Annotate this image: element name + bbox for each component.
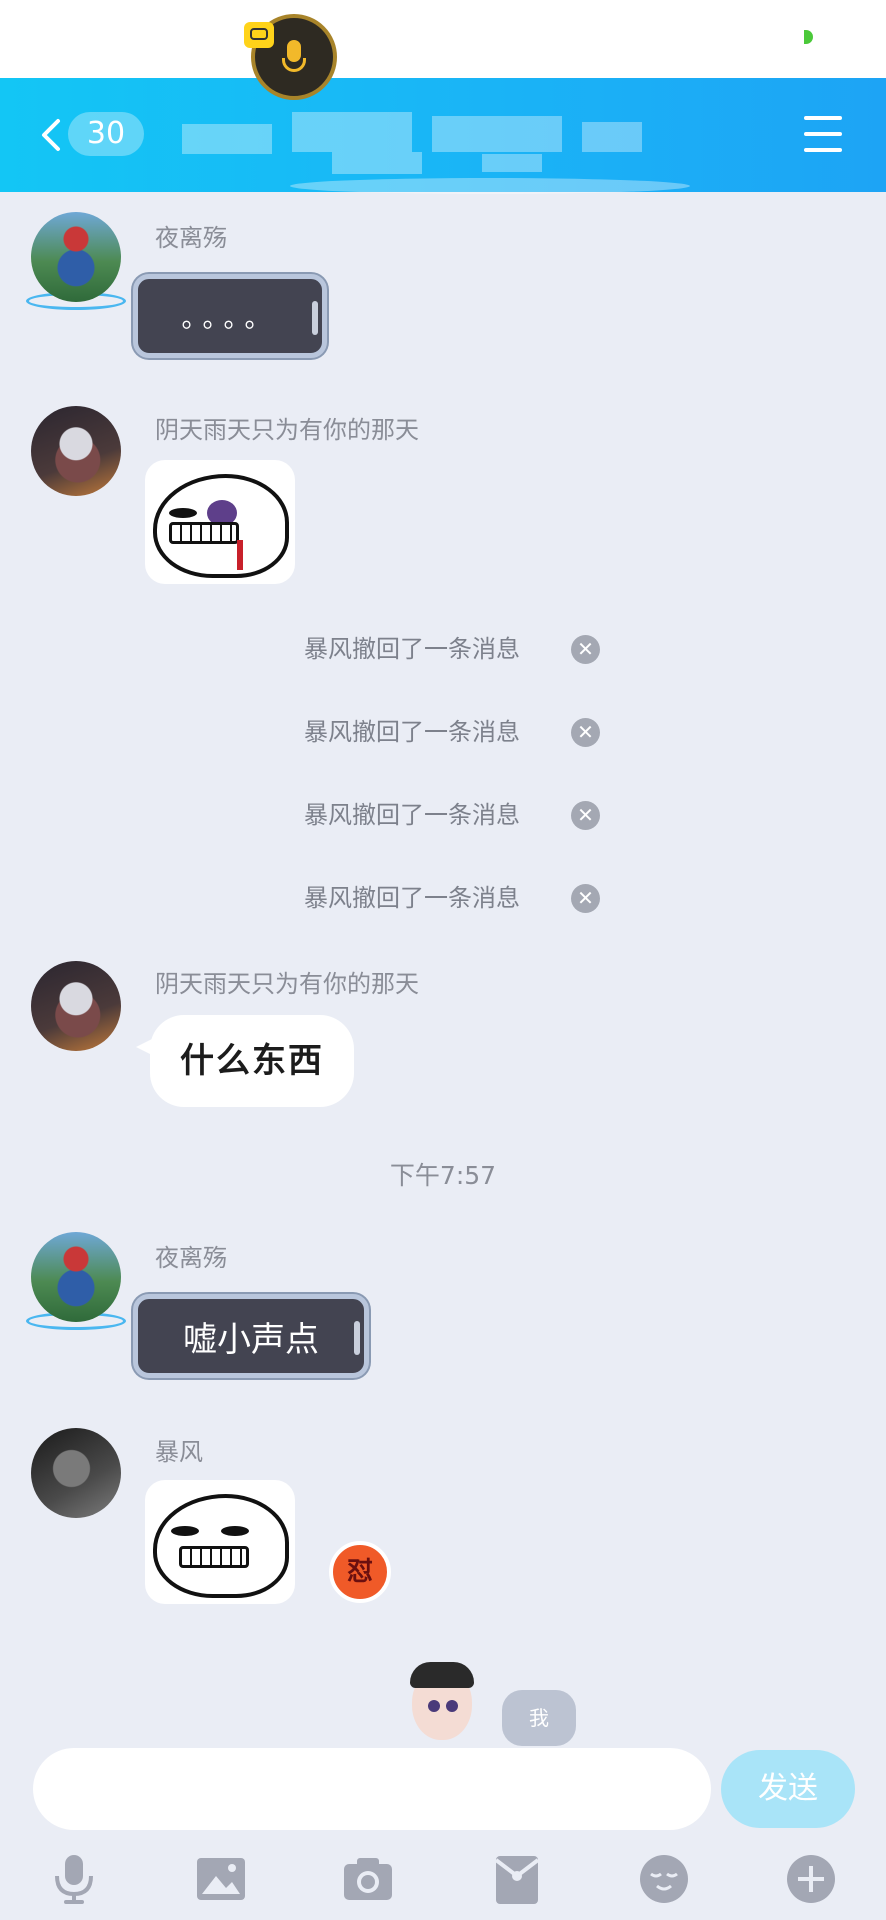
recall-text: 暴风撤回了一条消息: [304, 718, 520, 746]
avatar[interactable]: [31, 406, 121, 496]
header-decoration: [290, 178, 690, 194]
mascot-hair: [410, 1662, 474, 1688]
avatar[interactable]: [31, 1428, 121, 1518]
recall-text: 暴风撤回了一条消息: [304, 801, 520, 829]
sender-name: 阴天雨天只为有你的那天: [155, 970, 419, 998]
recall-text: 暴风撤回了一条消息: [304, 635, 520, 663]
status-bar: [0, 0, 886, 78]
close-icon[interactable]: ✕: [571, 718, 600, 747]
time-separator: 下午7:57: [389, 1161, 497, 1190]
mascot-eye: [428, 1700, 440, 1712]
recall-notice: 暴风撤回了一条消息 ✕: [0, 712, 886, 752]
message-bubble[interactable]: 什么东西: [136, 1015, 354, 1107]
input-toolbar: [0, 1846, 886, 1920]
sticker-eye: [171, 1526, 199, 1536]
sticker-mouth: [179, 1546, 249, 1568]
microphone-icon[interactable]: [47, 1852, 101, 1906]
microphone-stand-icon: [282, 58, 306, 72]
sticker-eye: [169, 508, 197, 518]
game-controller-icon[interactable]: [244, 22, 274, 48]
emoji-icon[interactable]: [637, 1852, 691, 1906]
sticker-blood: [237, 540, 243, 570]
plus-icon[interactable]: [784, 1852, 838, 1906]
close-icon[interactable]: ✕: [571, 801, 600, 830]
close-icon[interactable]: ✕: [571, 884, 600, 913]
chat-header: 30: [0, 78, 886, 194]
sticker-message[interactable]: [145, 460, 295, 584]
mascot-eye: [446, 1700, 458, 1712]
sender-name: 暴风: [155, 1438, 203, 1466]
recall-notice: 暴风撤回了一条消息 ✕: [0, 629, 886, 669]
image-icon[interactable]: [194, 1852, 248, 1906]
sender-name: 夜离殇: [155, 224, 227, 252]
close-icon[interactable]: ✕: [571, 635, 600, 664]
reaction-badge[interactable]: 怼: [329, 1541, 391, 1603]
bubble-decoration: [354, 1321, 360, 1355]
message-input[interactable]: [33, 1748, 711, 1830]
menu-button[interactable]: [804, 116, 842, 152]
send-button[interactable]: 发送: [721, 1750, 855, 1828]
message-text: 。。。。: [181, 303, 279, 334]
recall-notice: 暴风撤回了一条消息 ✕: [0, 878, 886, 918]
back-button[interactable]: [36, 118, 66, 152]
unread-count-badge[interactable]: 30: [68, 112, 144, 156]
avatar-mascot[interactable]: [392, 1662, 492, 1748]
message-bubble[interactable]: 嘘小声点: [133, 1294, 369, 1378]
sticker-mouth: [169, 522, 239, 544]
message-bubble[interactable]: 。。。。: [133, 274, 327, 358]
avatar[interactable]: [31, 1232, 121, 1322]
battery-indicator: [804, 30, 813, 44]
me-label: 我: [502, 1690, 576, 1746]
red-packet-icon[interactable]: [490, 1852, 544, 1906]
recall-text: 暴风撤回了一条消息: [304, 884, 520, 912]
avatar[interactable]: [31, 961, 121, 1051]
sender-name: 阴天雨天只为有你的那天: [155, 416, 419, 444]
sticker-eye: [221, 1526, 249, 1536]
sender-name: 夜离殇: [155, 1244, 227, 1272]
recall-notice: 暴风撤回了一条消息 ✕: [0, 795, 886, 835]
avatar[interactable]: [31, 212, 121, 302]
bubble-decoration: [312, 301, 318, 335]
sticker-message[interactable]: [145, 1480, 295, 1604]
chat-title-pixelated[interactable]: [182, 102, 682, 178]
message-text: 嘘小声点: [183, 1319, 319, 1360]
camera-icon[interactable]: [341, 1852, 395, 1906]
